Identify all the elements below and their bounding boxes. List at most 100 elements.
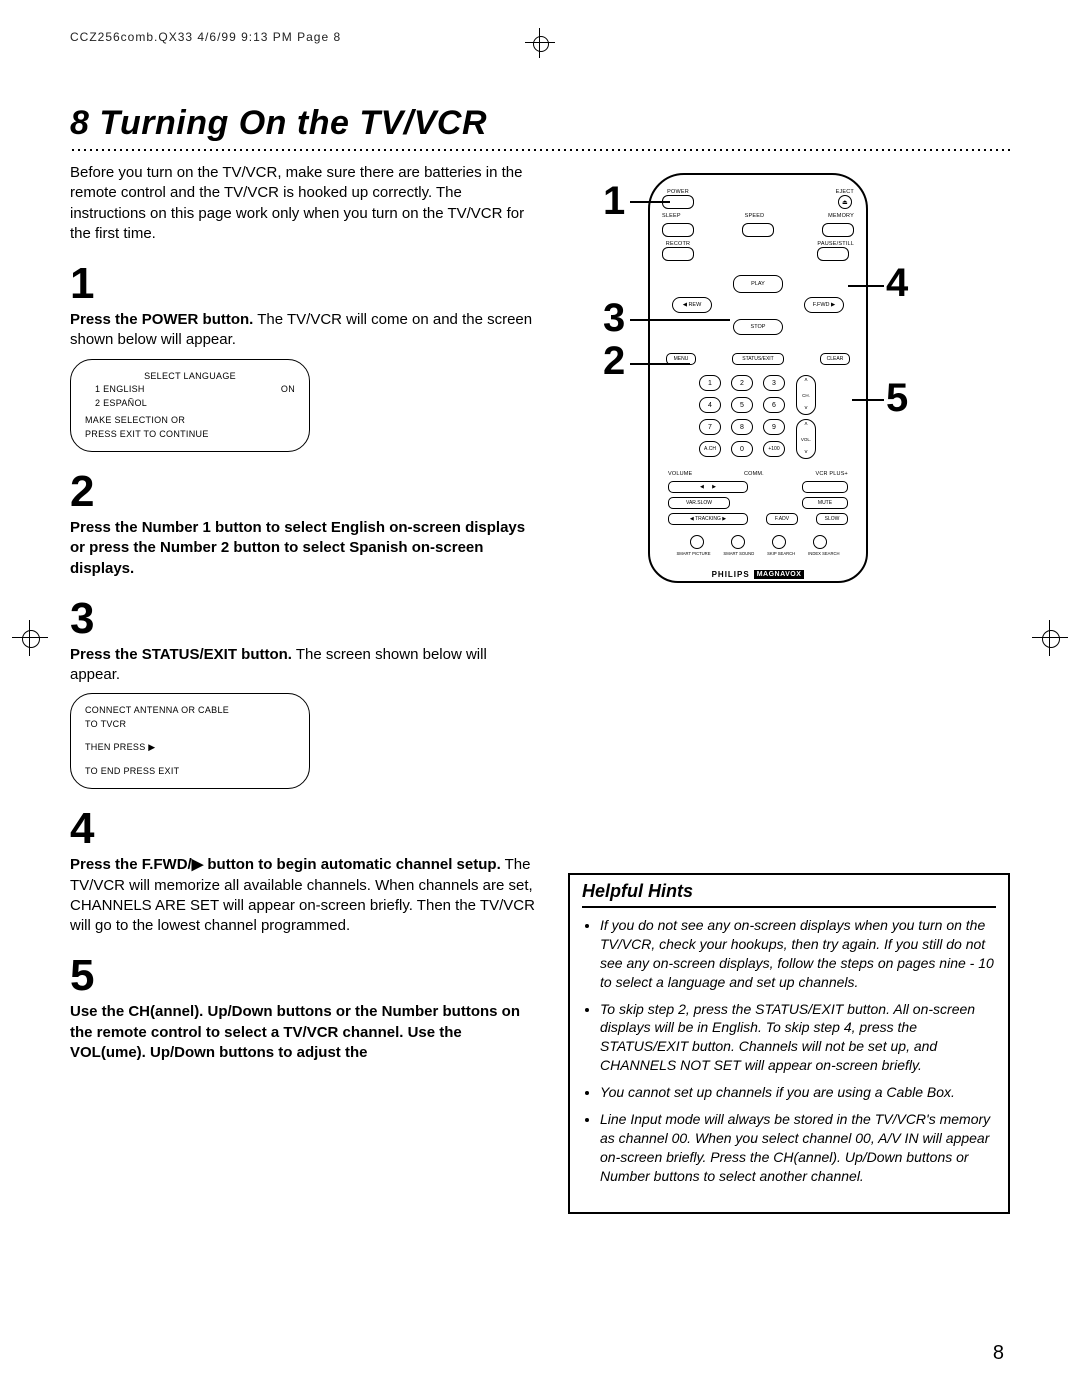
bottom-four-buttons xyxy=(662,535,854,549)
power-label: POWER xyxy=(662,189,694,195)
osd-screen-antenna: CONNECT ANTENNA OR CABLE TO TVCR THEN PR… xyxy=(70,693,310,789)
key-0: 0 xyxy=(731,441,753,457)
transport-controls: PLAY ◀ REW F.FWD ▶ STOP xyxy=(662,269,854,347)
registration-mark-top xyxy=(525,28,555,58)
key-ach: A.CH xyxy=(699,441,721,457)
intro-text: Before you turn on the TV/VCR, make sure… xyxy=(70,163,540,244)
hint-2: To skip step 2, press the STATUS/EXIT bu… xyxy=(600,1000,996,1076)
osd1-line1-right: ON xyxy=(281,383,295,397)
osd1-footer: MAKE SELECTION OR PRESS EXIT TO CONTINUE xyxy=(85,414,295,441)
helpful-hints-header: Helpful Hints xyxy=(582,881,996,908)
mute-button: MUTE xyxy=(802,497,848,509)
key-9: 9 xyxy=(763,419,785,435)
osd2-line3: THEN PRESS ▶ xyxy=(85,741,295,755)
title-row: 8 Turning On the TV/VCR xyxy=(70,104,1010,153)
memory-button xyxy=(822,223,854,237)
pause-label: PAUSE/STILL xyxy=(817,241,854,247)
key-3: 3 xyxy=(763,375,785,391)
index-search-button xyxy=(813,535,827,549)
rew-button: ◀ REW xyxy=(672,297,712,313)
registration-mark-right xyxy=(1032,620,1068,656)
sleep-button xyxy=(662,223,694,237)
sleep-label: SLEEP xyxy=(662,213,681,219)
tracking-bar: ◀ TRACKING ▶ xyxy=(668,513,748,525)
hint-1: If you do not see any on-screen displays… xyxy=(600,916,996,992)
key-plus100: +100 xyxy=(763,441,785,457)
callout-4: 4 xyxy=(886,263,908,303)
osd1-title: SELECT LANGUAGE xyxy=(85,370,295,384)
step-3-text: Press the STATUS/EXIT button. The screen… xyxy=(70,645,540,686)
step-2-bold: Press the Number 1 button to select Engl… xyxy=(70,519,525,577)
smart-picture-button xyxy=(690,535,704,549)
remote-brand: PHILIPS MAGNAVOX xyxy=(662,570,854,579)
key-2: 2 xyxy=(731,375,753,391)
clear-button: CLEAR xyxy=(820,353,850,365)
step-5-bold: Use the CH(annel). Up/Down buttons or th… xyxy=(70,1003,520,1061)
callout-1: 1 xyxy=(603,181,625,221)
osd1-line2: 2 ESPAÑOL xyxy=(85,397,295,411)
step-4-bold: Press the F.FWD/▶ button to begin automa… xyxy=(70,856,501,873)
brand-philips: PHILIPS xyxy=(712,570,750,579)
number-grid: 1 2 3 4 5 6 7 8 9 A.CH 0 +100 xyxy=(699,375,785,459)
step-1-text: Press the POWER button. The TV/VCR will … xyxy=(70,310,540,351)
page-title: 8 Turning On the TV/VCR xyxy=(70,104,1010,143)
illustration-column: 1 4 3 2 5 POWER xyxy=(568,159,1010,1214)
index-search-label: INDEX SEARCH xyxy=(808,551,839,556)
osd-screen-language: SELECT LANGUAGE 1 ENGLISH ON 2 ESPAÑOL M… xyxy=(70,359,310,453)
page-number: 8 xyxy=(993,1342,1010,1365)
play-button: PLAY xyxy=(733,275,783,293)
record-label: RECOTR xyxy=(662,241,694,247)
hint-3: You cannot set up channels if you are us… xyxy=(600,1083,996,1102)
skip-search-label: SKIP SEARCH xyxy=(767,551,795,556)
remote-control: POWER EJECT ⏏ SLEEP SPEED MEMORY xyxy=(648,173,868,583)
vcrplus-label: VCR PLUS+ xyxy=(815,471,848,477)
step-3-bold: Press the STATUS/EXIT button. xyxy=(70,646,292,663)
hint-4: Line Input mode will always be stored in… xyxy=(600,1110,996,1186)
key-7: 7 xyxy=(699,419,721,435)
number-keypad: 1 2 3 4 5 6 7 8 9 A.CH 0 +100 xyxy=(662,375,854,459)
key-1: 1 xyxy=(699,375,721,391)
smart-sound-button xyxy=(731,535,745,549)
skip-search-button xyxy=(772,535,786,549)
step-4-number: 4 xyxy=(70,807,540,851)
vol-rocker: ˄VOL.˅ xyxy=(796,419,816,459)
menu-button: MENU xyxy=(666,353,696,365)
key-5: 5 xyxy=(731,397,753,413)
fadv-button: F.ADV xyxy=(766,513,798,525)
dotted-rule xyxy=(70,147,1010,153)
step-1-number: 1 xyxy=(70,262,540,306)
brand-magnavox: MAGNAVOX xyxy=(754,570,805,579)
speed-label: SPEED xyxy=(745,213,765,219)
helpful-hints-box: Helpful Hints If you do not see any on-s… xyxy=(568,873,1010,1214)
step-4-text: Press the F.FWD/▶ button to begin automa… xyxy=(70,855,540,936)
lower-controls: VOLUME COMM. VCR PLUS+ ◀ ▶ VAR.SLOW MUTE xyxy=(662,471,854,525)
smart-picture-label: SMART PICTURE xyxy=(676,551,710,556)
callout-2: 2 xyxy=(603,341,625,381)
volume-label: VOLUME xyxy=(668,471,692,477)
callout-3: 3 xyxy=(603,298,625,338)
speed-button xyxy=(742,223,774,237)
slow-button: SLOW xyxy=(816,513,848,525)
comm-label: COMM. xyxy=(744,471,764,477)
step-2-number: 2 xyxy=(70,470,540,514)
bottom-four-labels: SMART PICTURE SMART SOUND SKIP SEARCH IN… xyxy=(662,551,854,556)
vcrplus-button xyxy=(802,481,848,493)
pause-button xyxy=(817,247,849,261)
eject-button: ⏏ xyxy=(838,195,852,209)
status-exit-button: STATUS/EXIT xyxy=(732,353,784,365)
instructions-column: Before you turn on the TV/VCR, make sure… xyxy=(70,159,540,1214)
key-4: 4 xyxy=(699,397,721,413)
varslow-button: VAR.SLOW xyxy=(668,497,730,509)
step-1-bold: Press the POWER button. xyxy=(70,311,253,328)
osd2-line2: TO TVCR xyxy=(85,718,295,732)
key-6: 6 xyxy=(763,397,785,413)
stop-button: STOP xyxy=(733,319,783,335)
step-3-number: 3 xyxy=(70,597,540,641)
ch-rocker: ˄CH.˅ xyxy=(796,375,816,415)
power-button xyxy=(662,195,694,209)
osd2-line1: CONNECT ANTENNA OR CABLE xyxy=(85,704,295,718)
ffwd-button: F.FWD ▶ xyxy=(804,297,844,313)
record-button xyxy=(662,247,694,261)
manual-page: CCZ256comb.QX33 4/6/99 9:13 PM Page 8 8 … xyxy=(0,0,1080,1397)
osd2-line4: TO END PRESS EXIT xyxy=(85,765,295,779)
